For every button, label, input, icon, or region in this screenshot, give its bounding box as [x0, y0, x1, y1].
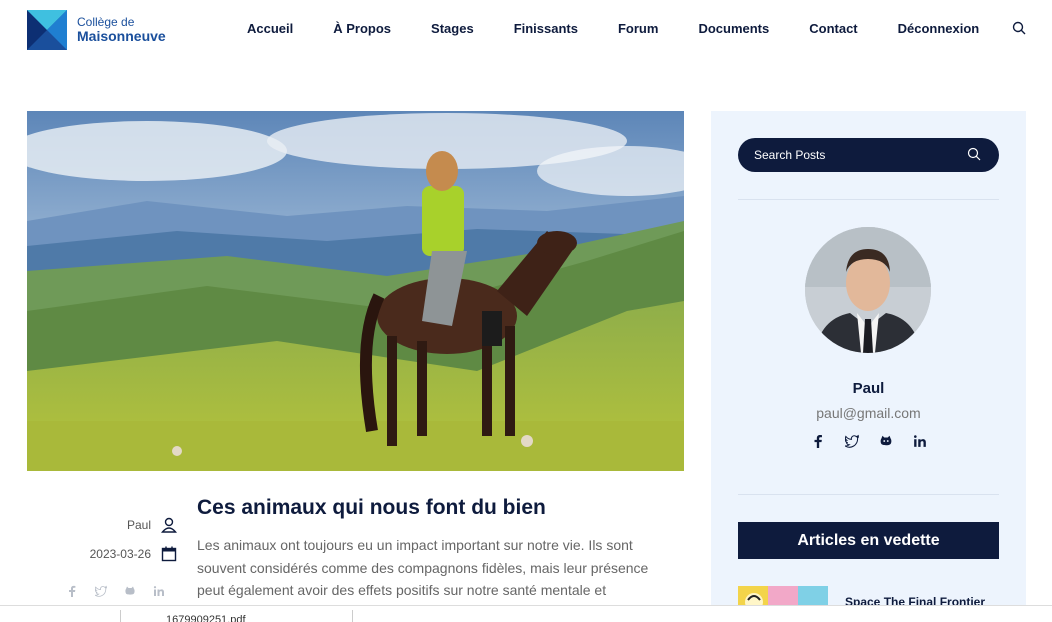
post-date-text: 2023-03-26	[89, 547, 151, 561]
nav-accueil[interactable]: Accueil	[247, 21, 293, 36]
sidebar: Paul paul@gmail.com Articles en vedette …	[711, 111, 1026, 622]
download-bar-separator	[120, 610, 121, 622]
author-avatar	[805, 227, 931, 353]
user-icon	[161, 517, 177, 533]
search-posts-input[interactable]	[754, 138, 954, 172]
nav-a-propos[interactable]: À Propos	[333, 21, 391, 36]
author-email: paul@gmail.com	[816, 405, 921, 421]
main-nav: Accueil À Propos Stages Finissants Forum…	[227, 21, 999, 36]
sidebar-divider	[738, 199, 999, 200]
author-name: Paul	[852, 380, 885, 397]
post-date: 2023-03-26	[90, 546, 177, 562]
download-bar-separator	[352, 610, 353, 622]
linkedin-icon[interactable]	[913, 434, 927, 448]
logo-line-2: Maisonneuve	[77, 27, 166, 44]
nav-forum[interactable]: Forum	[618, 21, 658, 36]
author-social-icons	[811, 434, 947, 448]
download-bar: 1679909251.pdf	[0, 605, 1052, 622]
facebook-icon[interactable]	[66, 585, 78, 597]
post-author-name: Paul	[126, 518, 151, 532]
nav-deconnexion[interactable]: Déconnexion	[898, 21, 980, 36]
sidebar-divider	[738, 494, 999, 495]
twitter-icon[interactable]	[845, 434, 859, 448]
site-logo[interactable]: Collège de Maisonneuve	[27, 10, 166, 50]
linkedin-icon[interactable]	[153, 585, 165, 597]
download-item-filename[interactable]: 1679909251.pdf	[166, 614, 246, 622]
nav-stages[interactable]: Stages	[431, 21, 474, 36]
calendar-icon	[161, 546, 177, 562]
nav-finissants[interactable]: Finissants	[514, 21, 578, 36]
post-title[interactable]: Ces animaux qui nous font du bien	[197, 496, 546, 520]
github-icon[interactable]	[879, 434, 893, 448]
post-excerpt: Les animaux ont toujours eu un impact im…	[197, 537, 649, 598]
github-icon[interactable]	[124, 585, 136, 597]
featured-articles-heading: Articles en vedette	[738, 522, 999, 559]
post-share-icons	[66, 585, 182, 597]
nav-documents[interactable]: Documents	[698, 21, 769, 36]
facebook-icon[interactable]	[811, 434, 825, 448]
search-icon[interactable]	[967, 147, 981, 161]
post-featured-image[interactable]	[27, 111, 684, 471]
site-header: Collège de Maisonneuve Accueil À Propos …	[0, 0, 1052, 60]
nav-contact[interactable]: Contact	[809, 21, 857, 36]
twitter-icon[interactable]	[95, 585, 107, 597]
logo-mark-icon	[27, 10, 67, 50]
search-icon[interactable]	[1012, 21, 1026, 35]
post-author: Paul	[127, 517, 177, 533]
sidebar-search	[738, 138, 999, 172]
